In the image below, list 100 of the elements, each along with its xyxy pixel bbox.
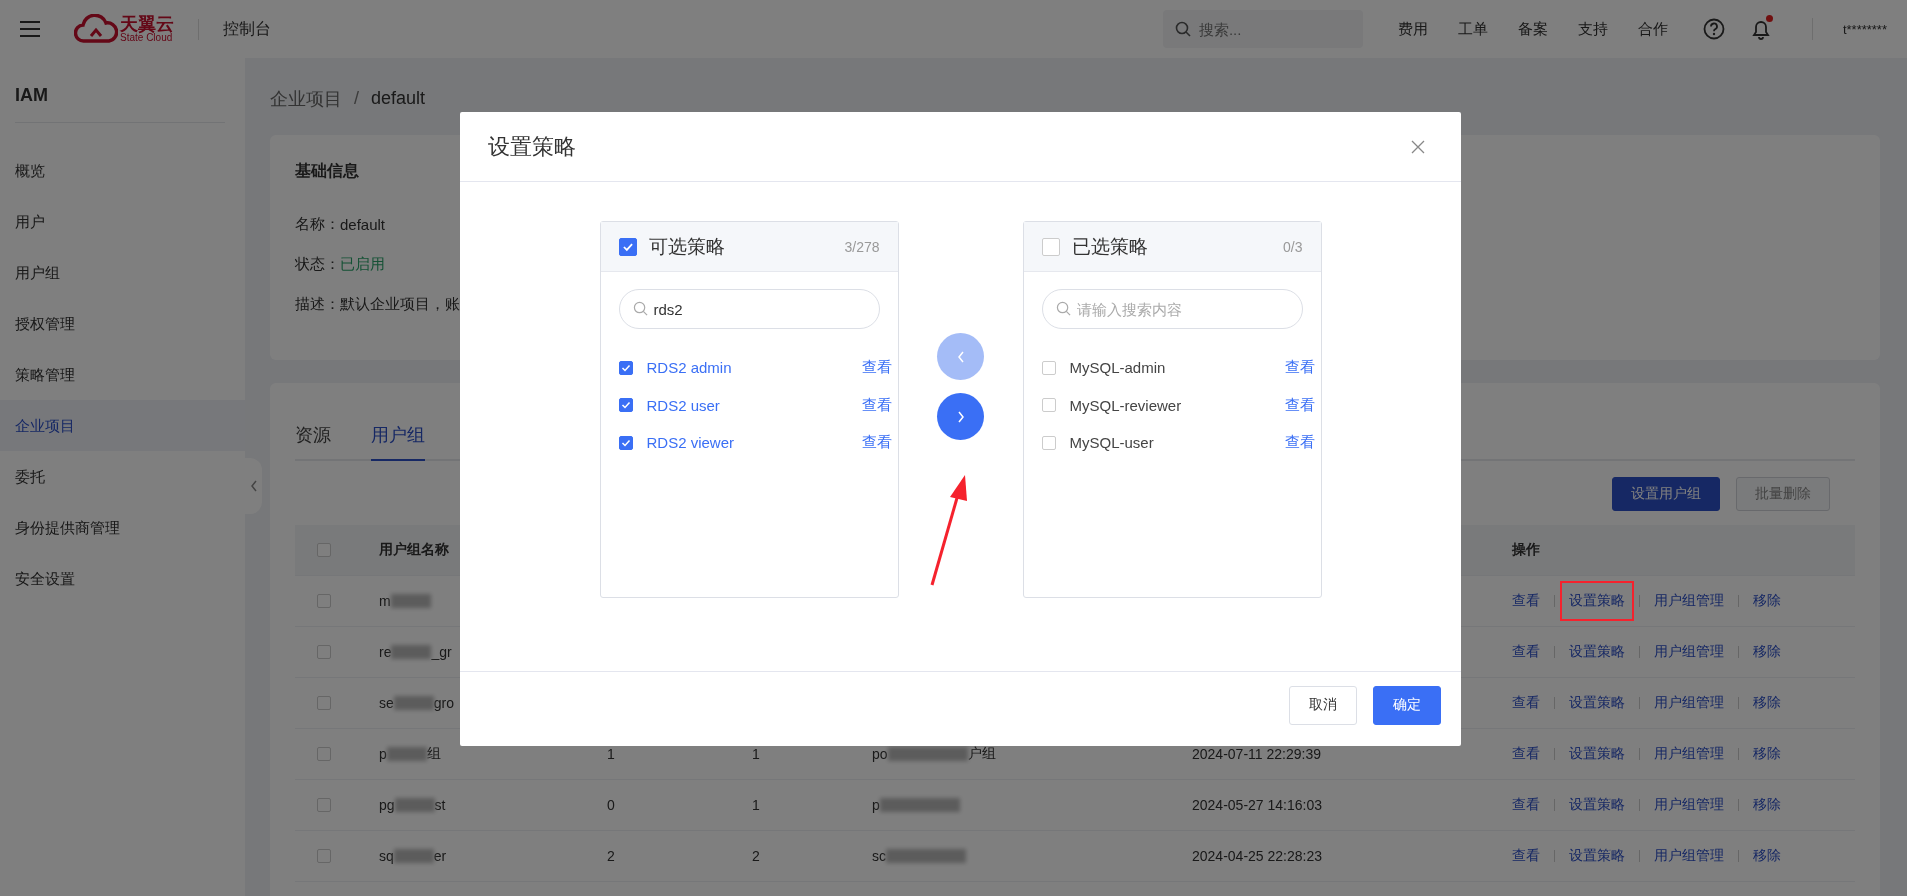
row-action-link[interactable]: 查看 (1512, 796, 1540, 814)
row-action-link[interactable]: 用户组管理 (1654, 796, 1724, 814)
logo-name: 天翼云 (120, 15, 174, 33)
view-link[interactable]: 查看 (861, 395, 892, 415)
top-nav-link[interactable]: 支持 (1577, 19, 1608, 39)
row-action-link[interactable]: 用户组管理 (1654, 745, 1724, 763)
checkbox[interactable] (317, 849, 331, 863)
row-action-link[interactable]: 设置策略 (1569, 643, 1625, 661)
policy-name[interactable]: MySQL-admin (1069, 359, 1271, 377)
menu-icon[interactable] (20, 21, 40, 37)
sidebar-item[interactable]: 策略管理 (0, 349, 245, 400)
checkbox[interactable] (317, 696, 331, 710)
policy-name[interactable]: RDS2 viewer (646, 434, 848, 452)
sidebar-item[interactable]: 安全设置 (0, 553, 245, 604)
row-action-link[interactable]: 移除 (1753, 796, 1781, 814)
policy-name[interactable]: RDS2 user (646, 396, 848, 414)
panel-title: 已选策略 (1071, 234, 1149, 259)
chevron-icon (955, 409, 966, 424)
row-action-link[interactable]: 用户组管理 (1654, 643, 1724, 661)
view-link[interactable]: 查看 (861, 433, 892, 453)
close-icon[interactable] (1411, 139, 1425, 154)
view-link[interactable]: 查看 (1284, 358, 1315, 378)
top-nav-link[interactable]: 备案 (1517, 19, 1548, 39)
row-action-link[interactable]: 移除 (1753, 847, 1781, 865)
dialog-button[interactable]: 确定 (1373, 685, 1441, 725)
move-button[interactable] (937, 393, 984, 440)
row-action-link[interactable]: 设置策略 (1569, 694, 1625, 712)
checkbox[interactable] (1041, 398, 1056, 413)
sidebar-item[interactable]: 用户组 (0, 247, 245, 298)
search-field[interactable]: rds2 (618, 289, 880, 329)
table-cell: er (433, 848, 447, 864)
row-action-link[interactable]: 查看 (1512, 592, 1540, 610)
row-action-link[interactable]: 用户组管理 (1654, 694, 1724, 712)
row-action-link[interactable]: 查看 (1512, 694, 1540, 712)
field-label: 名称： (295, 214, 340, 234)
checkbox[interactable] (618, 360, 633, 375)
sidebar-item[interactable]: 身份提供商管理 (0, 502, 245, 553)
row-action-link[interactable]: 用户组管理 (1654, 592, 1724, 610)
row-action-link[interactable]: 查看 (1512, 745, 1540, 763)
sidebar-title: IAM (14, 84, 49, 107)
top-nav-link[interactable]: 合作 (1637, 19, 1668, 39)
sidebar-item[interactable]: 委托 (0, 451, 245, 502)
row-action-link[interactable]: 移除 (1753, 643, 1781, 661)
collapse-handle[interactable] (245, 458, 262, 514)
help-icon[interactable] (1702, 18, 1725, 40)
tab[interactable]: 资源 (295, 423, 331, 461)
checkbox[interactable] (1041, 360, 1056, 375)
checkbox[interactable] (317, 798, 331, 812)
row-action-link[interactable]: 设置策略 (1560, 581, 1634, 621)
field-label: 描述： (295, 294, 340, 314)
dialog-button[interactable]: 取消 (1289, 685, 1357, 725)
policy-name[interactable]: RDS2 admin (646, 359, 848, 377)
row-action-link[interactable]: 移除 (1753, 592, 1781, 610)
row-action-link[interactable]: 移除 (1753, 745, 1781, 763)
checkbox[interactable] (317, 645, 331, 659)
logo-subtitle: State Cloud (120, 33, 174, 43)
sidebar-item[interactable]: 授权管理 (0, 298, 245, 349)
checkbox[interactable] (317, 747, 331, 761)
chevron-icon (955, 349, 966, 364)
field-value: default (340, 215, 386, 233)
checkbox[interactable] (1041, 435, 1056, 450)
breadcrumb-item[interactable]: 企业项目 (270, 86, 342, 111)
user-name[interactable]: t******** (1842, 21, 1887, 37)
table-cell: 户组 (967, 745, 996, 763)
row-action-link[interactable]: 查看 (1512, 643, 1540, 661)
redaction-blur (393, 849, 434, 863)
table-cell: 2 (752, 848, 760, 864)
row-action-link[interactable]: 设置策略 (1569, 847, 1625, 865)
sidebar-item[interactable]: 用户 (0, 196, 245, 247)
action-button[interactable]: 设置用户组 (1612, 477, 1720, 511)
search-field[interactable]: 搜索... (1162, 10, 1363, 48)
table-cell: 2024-05-27 14:16:03 (1192, 797, 1322, 813)
view-link[interactable]: 查看 (1284, 433, 1315, 453)
search-field[interactable]: 请输入搜索内容 (1041, 289, 1303, 329)
panel-count: 3/278 (844, 238, 880, 255)
checkbox[interactable] (618, 237, 637, 256)
row-action-link[interactable]: 设置策略 (1569, 796, 1625, 814)
top-nav-link[interactable]: 费用 (1397, 19, 1428, 39)
checkbox[interactable] (317, 594, 331, 608)
top-nav-link[interactable]: 工单 (1457, 19, 1488, 39)
column-header: 操作 (1512, 541, 1540, 559)
row-action-link[interactable]: 查看 (1512, 847, 1540, 865)
sidebar-item[interactable]: 企业项目 (0, 400, 245, 451)
tab[interactable]: 用户组 (371, 423, 425, 461)
search-icon (1055, 301, 1071, 316)
view-link[interactable]: 查看 (1284, 395, 1315, 415)
policy-name[interactable]: MySQL-user (1069, 434, 1271, 452)
sidebar-item[interactable]: 概览 (0, 145, 245, 196)
table-cell: 2024-07-11 22:29:39 (1192, 746, 1321, 762)
policy-name[interactable]: MySQL-reviewer (1069, 396, 1271, 414)
checkbox[interactable] (618, 435, 633, 450)
search-icon (1174, 21, 1191, 37)
row-action-link[interactable]: 移除 (1753, 694, 1781, 712)
row-action-link[interactable]: 设置策略 (1569, 745, 1625, 763)
checkbox[interactable] (317, 543, 331, 557)
checkbox[interactable] (1041, 237, 1060, 256)
checkbox[interactable] (618, 398, 633, 413)
row-action-link[interactable]: 用户组管理 (1654, 847, 1724, 865)
view-link[interactable]: 查看 (861, 358, 892, 378)
cloud-logo-icon (74, 14, 118, 44)
